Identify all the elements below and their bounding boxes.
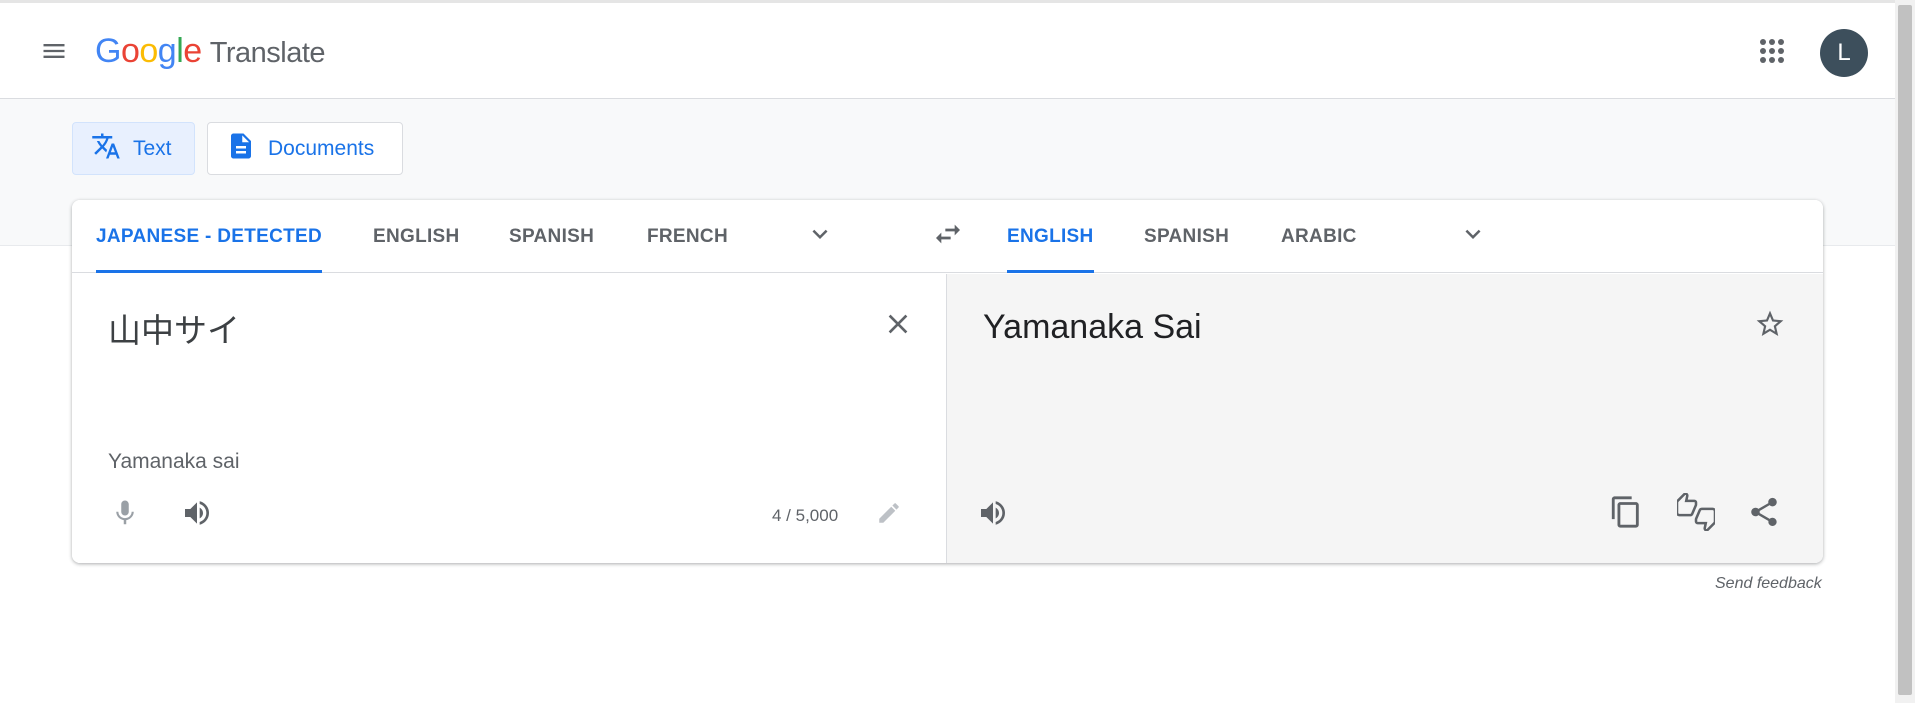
listen-translation-button[interactable] [973, 495, 1013, 535]
avatar-initial: L [1837, 39, 1851, 66]
logo-letter: o [139, 32, 158, 70]
character-count: 4 / 5,000 [772, 506, 839, 525]
thumbs-up-down-icon [1675, 490, 1717, 536]
logo-letter: o [120, 32, 140, 70]
source-language-more-button[interactable] [800, 216, 840, 256]
share-icon [1747, 495, 1781, 534]
star-outline-icon [1754, 308, 1786, 345]
apps-grid-icon [1756, 39, 1788, 71]
hamburger-icon [40, 37, 68, 70]
rate-translation-button[interactable] [1675, 490, 1717, 536]
documents-mode-button[interactable]: Documents [207, 122, 403, 175]
account-avatar[interactable]: L [1820, 29, 1868, 77]
romanization-text: Yamanaka sai [108, 450, 240, 473]
logo-letter: G [95, 32, 121, 70]
source-text-input[interactable]: 山中サイ [108, 304, 240, 352]
pencil-icon [876, 500, 902, 531]
page: Google Translate L Text Documents JAPANE… [0, 0, 1915, 703]
language-bar: JAPANESE - DETECTED ENGLISH SPANISH FREN… [72, 200, 1823, 273]
google-translate-logo[interactable]: Google Translate [95, 32, 326, 71]
target-language-more-button[interactable] [1453, 216, 1493, 256]
logo-letter: e [183, 32, 202, 70]
listen-source-button[interactable] [177, 495, 217, 535]
vertical-scrollbar[interactable] [1895, 0, 1915, 703]
edit-button[interactable] [870, 496, 908, 534]
share-translation-button[interactable] [1743, 493, 1785, 535]
source-tab-spanish[interactable]: SPANISH [509, 200, 594, 273]
speaker-icon [181, 497, 213, 534]
text-mode-label: Text [133, 136, 172, 160]
swap-languages-button[interactable] [928, 216, 968, 256]
documents-mode-label: Documents [268, 136, 375, 160]
scrollbar-thumb[interactable] [1898, 5, 1912, 695]
translated-text: Yamanaka Sai [983, 308, 1202, 346]
save-translation-button[interactable] [1750, 306, 1790, 346]
send-feedback-link[interactable]: Send feedback [1715, 575, 1822, 593]
main-menu-button[interactable] [34, 33, 74, 73]
target-tab-english[interactable]: ENGLISH [1007, 200, 1094, 273]
copy-translation-button[interactable] [1605, 493, 1647, 535]
chevron-down-icon [1458, 219, 1488, 254]
logo-letter: g [157, 32, 177, 70]
source-panel: 山中サイ Yamanaka sai 4 / 5,000 [72, 274, 947, 563]
translation-card: JAPANESE - DETECTED ENGLISH SPANISH FREN… [72, 200, 1823, 563]
document-icon [226, 131, 268, 167]
target-panel: Yamanaka Sai [947, 274, 1823, 563]
swap-arrows-icon [932, 218, 964, 255]
speaker-icon [977, 497, 1009, 534]
google-apps-button[interactable] [1756, 35, 1788, 67]
clear-source-button[interactable] [878, 306, 918, 346]
header: Google Translate L [0, 3, 1895, 99]
target-tab-spanish[interactable]: SPANISH [1144, 200, 1229, 273]
translate-icon [91, 131, 133, 167]
source-tab-detected[interactable]: JAPANESE - DETECTED [96, 200, 322, 273]
source-tab-french[interactable]: FRENCH [647, 200, 728, 273]
chevron-down-icon [805, 219, 835, 254]
copy-icon [1609, 495, 1643, 534]
microphone-icon [110, 498, 140, 533]
close-icon [882, 308, 914, 345]
voice-input-button[interactable] [105, 495, 145, 535]
text-mode-button[interactable]: Text [72, 122, 195, 175]
target-tab-arabic[interactable]: ARABIC [1281, 200, 1357, 273]
source-tab-english[interactable]: ENGLISH [373, 200, 460, 273]
logo-product-name: Translate [209, 37, 326, 69]
